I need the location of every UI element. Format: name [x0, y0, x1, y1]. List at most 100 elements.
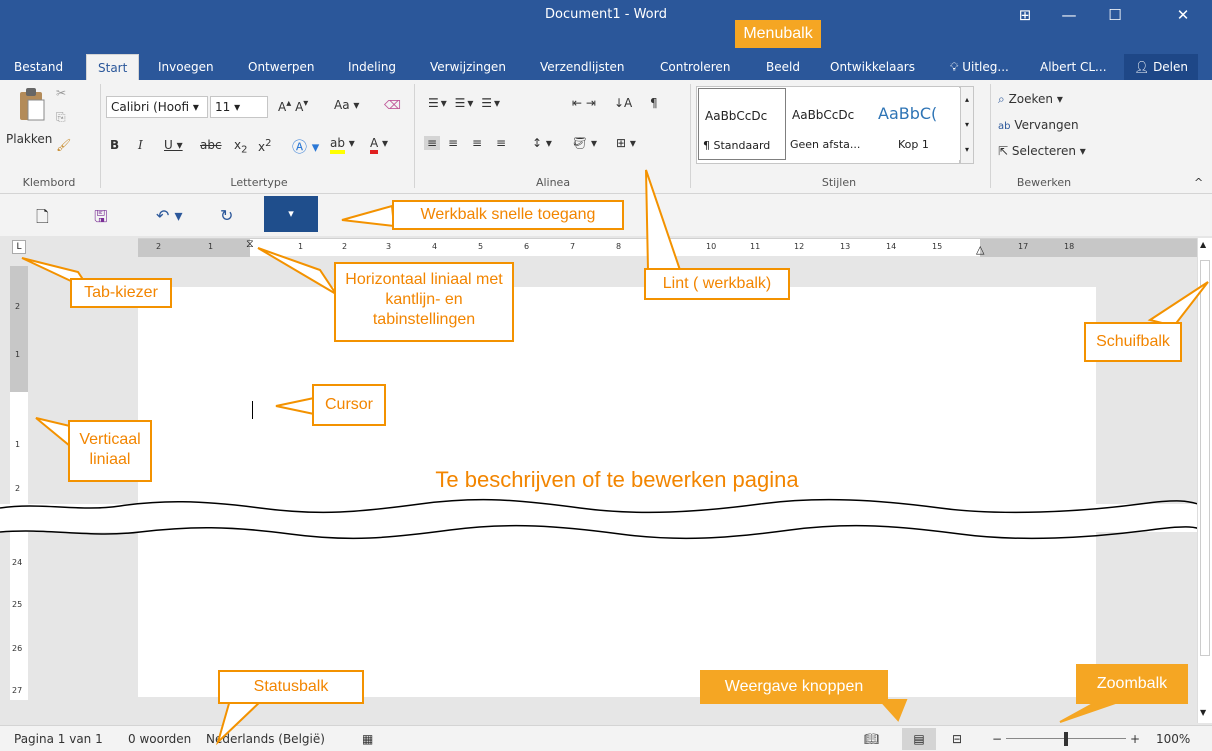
- group-label-edit: Bewerken: [1016, 176, 1072, 189]
- tab-verzendlijsten[interactable]: Verzendlijsten: [540, 54, 624, 80]
- style-geen-afstand[interactable]: AaBbCcDc Geen afsta...: [786, 88, 874, 160]
- callout-schuifbalk: Schuifbalk: [1084, 322, 1182, 362]
- font-size-combo[interactable]: 11 ▾: [210, 96, 268, 118]
- group-divider: [690, 84, 691, 188]
- font-color-icon[interactable]: A ▾: [370, 136, 388, 154]
- align-left-icon[interactable]: ≡: [424, 136, 441, 150]
- right-indent-marker[interactable]: △: [976, 243, 984, 256]
- proofing-icon[interactable]: ▦: [362, 726, 373, 751]
- new-document-icon[interactable]: 🗋︎: [36, 206, 49, 233]
- tab-bestand[interactable]: Bestand: [14, 54, 63, 80]
- justify-icon[interactable]: ≡: [496, 136, 506, 150]
- zoom-in-button[interactable]: +: [1130, 726, 1140, 751]
- tab-indeling[interactable]: Indeling: [348, 54, 396, 80]
- web-layout-icon[interactable]: ⊟: [952, 726, 962, 751]
- search-icon: ⌕: [998, 92, 1005, 106]
- paste-button[interactable]: [16, 86, 48, 126]
- scroll-up-icon[interactable]: ▲: [1200, 240, 1206, 249]
- tab-ontwikkelaars[interactable]: Ontwikkelaars: [830, 54, 915, 80]
- subscript-button[interactable]: x2: [234, 138, 247, 155]
- pilcrow-icon[interactable]: ¶: [650, 96, 658, 110]
- share-button[interactable]: 👤︎ Delen: [1124, 54, 1199, 80]
- text-cursor: [252, 401, 253, 419]
- style-kop-1[interactable]: AaBbC( Kop 1: [872, 88, 960, 160]
- tab-invoegen[interactable]: Invoegen: [158, 54, 214, 80]
- replace-button[interactable]: ab Vervangen: [998, 118, 1079, 132]
- grow-font-icon[interactable]: A▴ A▾: [278, 98, 308, 114]
- document-page[interactable]: Te beschrijven of te bewerken pagina: [138, 287, 1096, 697]
- tell-me-box[interactable]: 💡︎ Uitleg...: [950, 54, 1009, 80]
- print-layout-icon[interactable]: ▤: [902, 728, 936, 750]
- strikethrough-button[interactable]: abc: [200, 138, 222, 152]
- tab-ontwerpen[interactable]: Ontwerpen: [248, 54, 315, 80]
- ruler-number: 1: [298, 242, 304, 251]
- align-right-icon[interactable]: ≡: [472, 136, 482, 150]
- page-count[interactable]: Pagina 1 van 1: [14, 726, 103, 751]
- cut-icon[interactable]: ✂: [56, 86, 66, 100]
- ruler-number: 3: [386, 242, 392, 251]
- maximize-button[interactable]: ☐: [1092, 0, 1138, 30]
- select-button[interactable]: ⇱ Selecteren ▾: [998, 144, 1086, 158]
- tab-start[interactable]: Start: [86, 54, 140, 80]
- style-preview: AaBbC(: [878, 104, 938, 123]
- scroll-down-icon[interactable]: ▼: [1200, 708, 1206, 717]
- ruler-number: 18: [1064, 242, 1075, 251]
- copy-icon[interactable]: ⎘: [56, 110, 66, 125]
- zoom-out-button[interactable]: −: [992, 726, 1002, 751]
- ruler-number: 2: [342, 242, 348, 251]
- callout-tab-kiezer: Tab-kiezer: [70, 278, 172, 308]
- font-name-value: Calibri (Hoofi: [111, 100, 190, 114]
- group-label-paragraph: Alinea: [535, 176, 571, 189]
- zoom-level[interactable]: 100%: [1156, 726, 1190, 751]
- highlight-icon[interactable]: ab ▾: [330, 136, 355, 154]
- style-standaard[interactable]: AaBbCcDc ¶ Standaard: [698, 88, 786, 160]
- vertical-scrollbar[interactable]: ▲ ▼: [1197, 238, 1212, 723]
- language[interactable]: Nederlands (België): [206, 726, 325, 751]
- customize-qat-button[interactable]: ▾: [264, 196, 318, 232]
- zoom-slider-thumb[interactable]: [1064, 732, 1068, 746]
- word-count[interactable]: 0 woorden: [128, 726, 191, 751]
- close-button[interactable]: ✕: [1160, 0, 1206, 30]
- tab-beeld[interactable]: Beeld: [766, 54, 800, 80]
- vertical-ruler[interactable]: 2 1 1 2 24 25 26 27: [10, 266, 28, 700]
- horizontal-ruler[interactable]: 2 1 1 2 3 4 5 6 7 8 10 11 12 13 14 15 17…: [138, 237, 1202, 257]
- ruler-number: 12: [794, 242, 805, 251]
- format-painter-icon[interactable]: 🖌︎: [56, 138, 71, 152]
- superscript-button[interactable]: x2: [258, 138, 271, 154]
- underline-button[interactable]: U ▾: [164, 138, 183, 152]
- redo-icon[interactable]: ↻: [220, 206, 233, 225]
- group-label-clipboard: Klembord: [22, 176, 76, 189]
- tab-controleren[interactable]: Controleren: [660, 54, 730, 80]
- italic-button[interactable]: I: [138, 138, 143, 152]
- tab-selector[interactable]: L: [12, 240, 26, 254]
- change-case-icon[interactable]: Aa ▾: [334, 98, 359, 112]
- minimize-button[interactable]: —: [1046, 0, 1092, 30]
- bullets-icon[interactable]: ☰▾ ☰▾ ☰▾: [428, 96, 502, 110]
- paste-label: Plakken: [6, 132, 53, 146]
- tab-verwijzingen[interactable]: Verwijzingen: [430, 54, 506, 80]
- indent-icons[interactable]: ⇤ ⇥: [572, 96, 596, 110]
- find-button[interactable]: ⌕ Zoeken ▾: [998, 92, 1063, 107]
- group-divider: [100, 84, 101, 188]
- align-center-icon[interactable]: ≡: [448, 136, 458, 150]
- line-spacing-icon[interactable]: ↕ ▾: [532, 136, 552, 150]
- borders-icon[interactable]: ⊞ ▾: [616, 136, 636, 150]
- shading-icon[interactable]: 🪣︎ ▾: [572, 136, 597, 150]
- read-mode-icon[interactable]: 📖︎: [864, 726, 879, 751]
- font-name-combo[interactable]: Calibri (Hoofi ▾: [106, 96, 208, 118]
- sort-icon[interactable]: ↓A: [614, 96, 632, 110]
- arrow-icon: ⇱: [998, 144, 1009, 158]
- undo-icon[interactable]: ↶ ▾: [156, 206, 183, 225]
- ribbon-display-icon[interactable]: ⊞: [1002, 0, 1048, 30]
- ribbon-tabs: Bestand Start Invoegen Ontwerpen Indelin…: [0, 54, 1212, 80]
- save-icon[interactable]: 🖫︎: [94, 206, 108, 233]
- scroll-thumb[interactable]: [1200, 260, 1210, 656]
- styles-scroll[interactable]: ▴ ▾ ▾: [960, 86, 974, 164]
- user-name[interactable]: Albert CL...: [1040, 54, 1107, 80]
- collapse-ribbon-icon[interactable]: ^: [1194, 176, 1203, 189]
- bold-button[interactable]: B: [110, 138, 119, 152]
- text-effects-icon[interactable]: Ⓐ ▾: [292, 136, 319, 157]
- indent-marker[interactable]: ⧖: [246, 237, 254, 251]
- clear-formatting-icon[interactable]: ⌫: [384, 98, 401, 112]
- callout-menubalk: Menubalk: [735, 20, 821, 48]
